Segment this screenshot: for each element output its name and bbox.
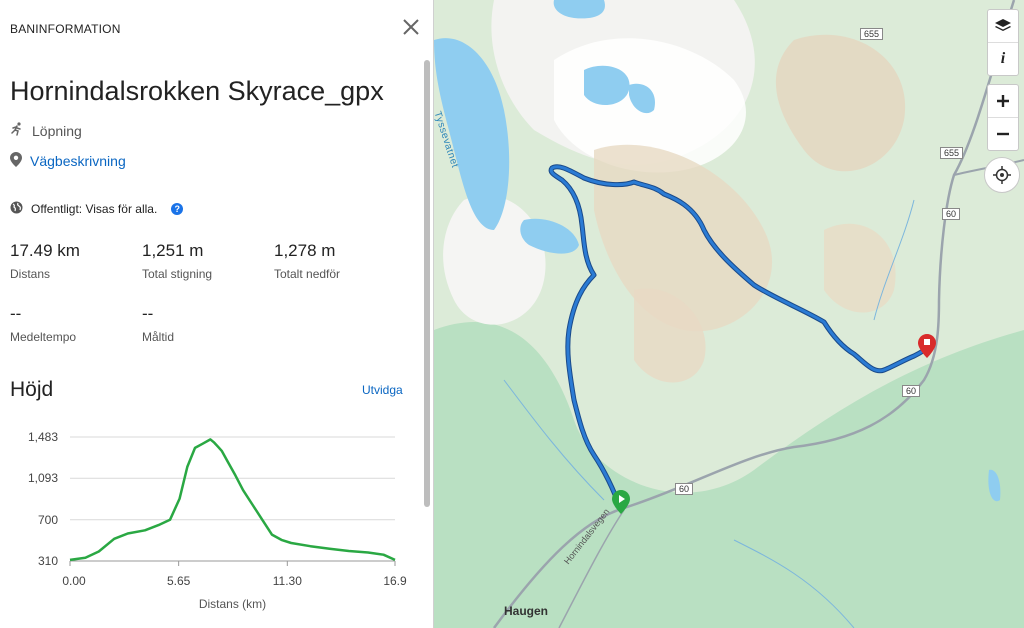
stat-label: Distans (10, 267, 51, 281)
map-view[interactable]: Tyssevatnet Haugen Hornindalsvegen 60 60… (434, 0, 1024, 628)
stat-goal-time: -- Måltid (142, 304, 174, 344)
minus-icon (997, 132, 1009, 136)
stat-value: -- (142, 304, 154, 323)
activity-label: Löpning (32, 122, 82, 139)
stat-label: Totalt nedför (274, 267, 341, 281)
visibility-row: Offentligt: Visas för alla. ? (10, 201, 184, 217)
stat-label: Total stigning (142, 267, 213, 281)
running-icon (10, 122, 24, 139)
panel-scrollbar[interactable] (424, 60, 430, 507)
road-number: 655 (944, 148, 960, 158)
plus-icon (997, 95, 1009, 107)
location-pin-icon (10, 152, 22, 170)
layers-icon (995, 19, 1011, 31)
road-shield-655: 655 (860, 28, 884, 40)
y-tick-label: 1,093 (28, 471, 58, 485)
stat-label: Måltid (142, 330, 175, 344)
directions-link[interactable]: Vägbeskrivning (10, 152, 126, 170)
course-info-panel: BANINFORMATION Hornindalsrokken Skyrace_… (0, 0, 434, 628)
activity-type: Löpning (10, 122, 82, 139)
y-tick-label: 310 (38, 554, 58, 568)
x-axis-label: Distans (km) (199, 597, 266, 611)
finish-marker-icon[interactable] (918, 334, 936, 363)
stat-value: 17.49 km (10, 241, 80, 260)
close-icon[interactable] (400, 16, 422, 38)
zoom-in-button[interactable] (988, 85, 1018, 117)
road-shield-60: 60 (675, 483, 694, 495)
start-marker-icon[interactable] (612, 490, 630, 519)
expand-link[interactable]: Utvidga (362, 383, 403, 397)
stat-value: 1,278 m (274, 241, 336, 260)
panel-title: BANINFORMATION (10, 22, 121, 36)
road-shield-655: 655 (940, 147, 964, 159)
road-number: 60 (946, 209, 957, 219)
x-tick-label: 0.00 (62, 574, 86, 588)
y-tick-label: 700 (38, 513, 58, 527)
zoom-controls (987, 84, 1019, 151)
road-shield-60: 60 (942, 208, 961, 220)
info-icon: i (1000, 50, 1006, 67)
stat-descent: 1,278 m Totalt nedför (274, 241, 340, 281)
stat-value: 1,251 m (142, 241, 204, 260)
help-icon[interactable]: ? (171, 203, 184, 215)
elevation-chart: 1,483 1,093 700 310 0.00 5.65 11.30 16.9 Distans… (28, 430, 407, 611)
elevation-title: Höjd (10, 378, 54, 401)
road-number: 655 (864, 29, 880, 39)
visibility-label: Offentligt: Visas för alla. (31, 202, 158, 216)
globe-icon (10, 201, 23, 217)
map-canvas (434, 0, 1024, 628)
stat-pace: -- Medeltempo (10, 304, 76, 344)
course-info-app: BANINFORMATION Hornindalsrokken Skyrace_… (0, 0, 1024, 628)
stat-label: Medeltempo (10, 330, 77, 344)
crosshair-icon (993, 166, 1011, 184)
town-label: Haugen (504, 604, 549, 618)
directions-label: Vägbeskrivning (30, 153, 126, 169)
road-number: 60 (679, 484, 690, 494)
zoom-out-button[interactable] (988, 118, 1018, 150)
elevation-line (69, 438, 396, 562)
x-tick-label: 16.9 (383, 574, 407, 588)
road-number: 60 (906, 386, 917, 396)
layers-button[interactable] (988, 10, 1018, 42)
stat-value: -- (10, 304, 22, 323)
road-shield-60: 60 (902, 385, 921, 397)
x-tick-label: 11.30 (273, 574, 302, 588)
locate-me-button[interactable] (984, 157, 1020, 193)
map-layer-controls: i (987, 9, 1019, 76)
info-button[interactable]: i (988, 43, 1018, 75)
course-name: Hornindalsrokken Skyrace_gpx (10, 76, 384, 106)
y-tick-label: 1,483 (28, 430, 58, 444)
stat-distance: 17.49 km Distans (10, 241, 80, 281)
stat-ascent: 1,251 m Total stigning (142, 241, 212, 281)
x-tick-label: 5.65 (167, 574, 191, 588)
